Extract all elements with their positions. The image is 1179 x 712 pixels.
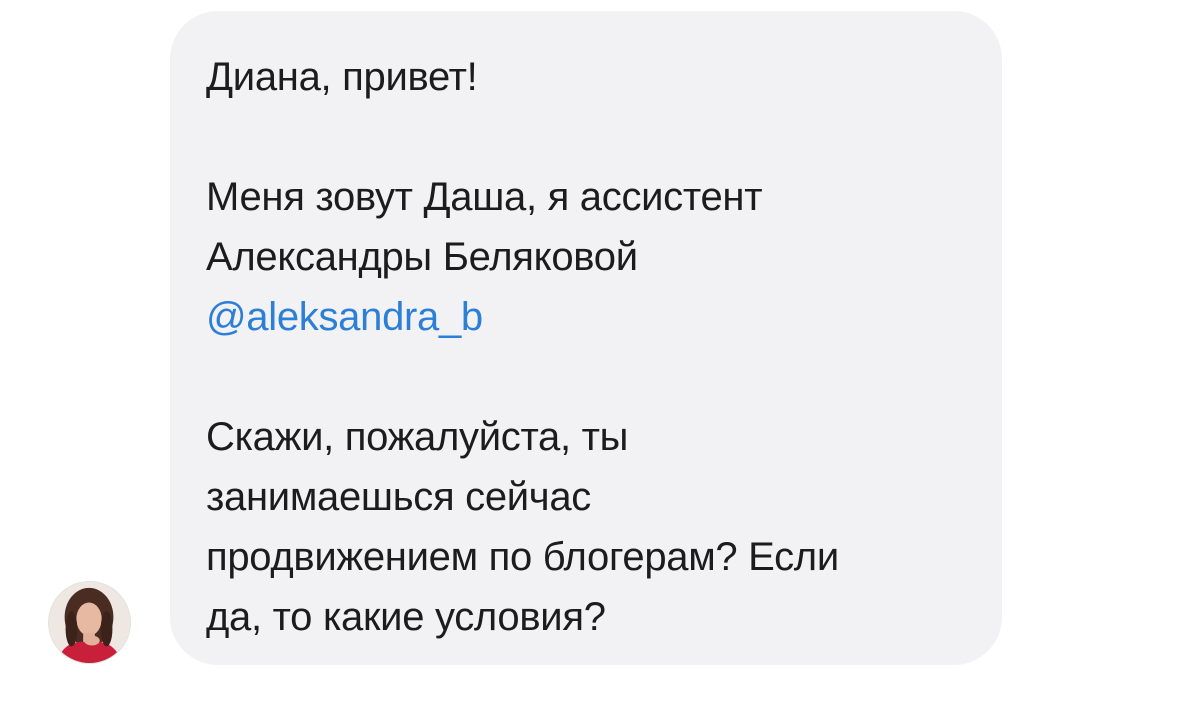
message-greeting: Диана, привет! — [206, 55, 478, 99]
message-question-line-1: Скажи, пожалуйста, ты — [206, 415, 629, 459]
message-intro-line-2: Александры Беляковой — [206, 235, 638, 279]
message-bubble[interactable]: Диана, привет! Меня зовут Даша, я ассист… — [170, 11, 1002, 665]
mention-link[interactable]: @aleksandra_b — [206, 287, 972, 347]
message-question-line-3: продвижением по блогерам? Если — [206, 535, 839, 579]
profile-photo-icon — [49, 582, 130, 663]
message-intro-line-1: Меня зовут Даша, я ассистент — [206, 175, 763, 219]
sender-avatar[interactable] — [48, 581, 131, 664]
message-question-line-4: да, то какие условия? — [206, 595, 606, 639]
message-question-line-2: занимаешься сейчас — [206, 475, 591, 519]
